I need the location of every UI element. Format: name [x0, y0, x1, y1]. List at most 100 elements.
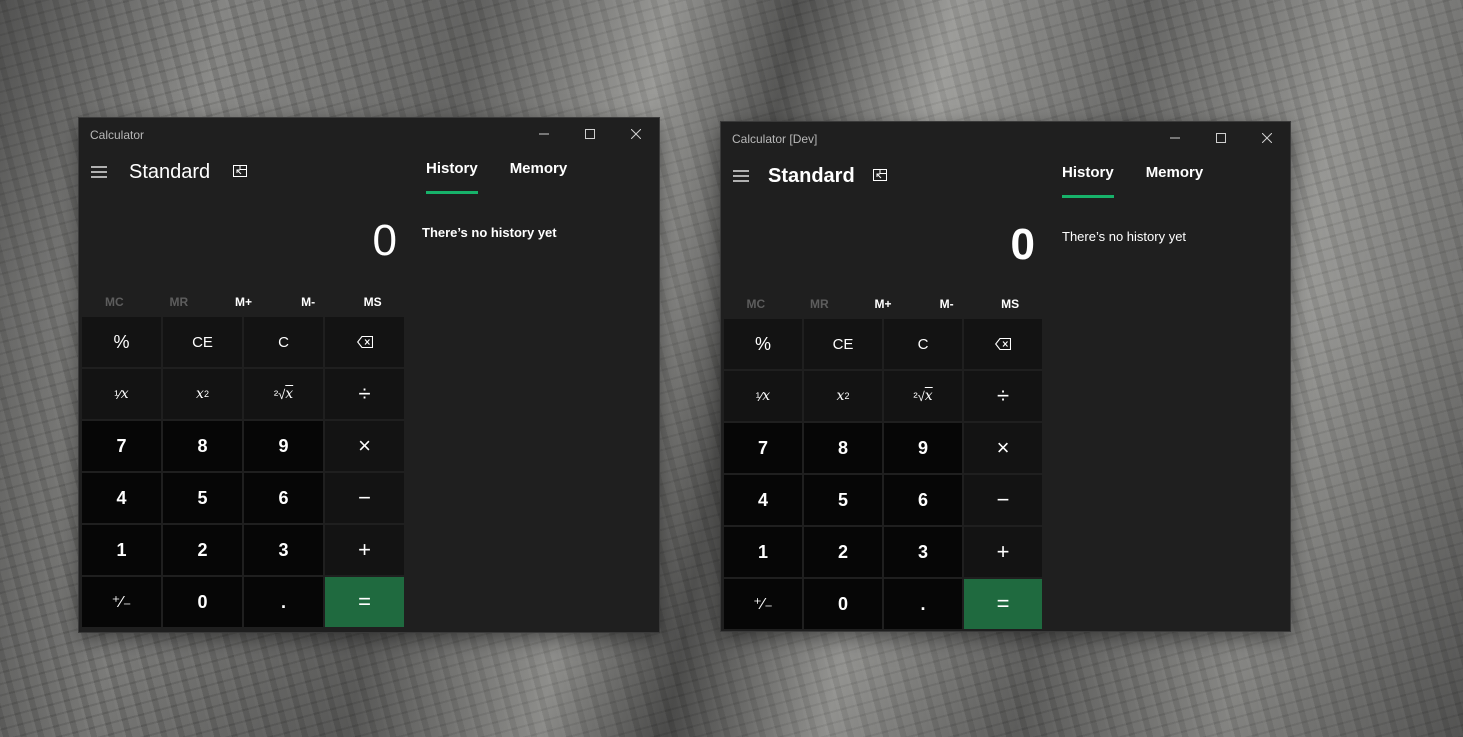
- digit-0-button[interactable]: 0: [804, 579, 882, 629]
- digit-6-button[interactable]: 6: [884, 475, 962, 525]
- minimize-button[interactable]: [521, 118, 567, 150]
- memory-controls: MC MR M+ M- MS: [724, 291, 1042, 317]
- title-bar[interactable]: Calculator: [79, 118, 659, 150]
- digit-5-button[interactable]: 5: [804, 475, 882, 525]
- window-title: Calculator [Dev]: [732, 132, 818, 146]
- close-button[interactable]: [613, 118, 659, 150]
- keep-on-top-button[interactable]: [867, 162, 893, 188]
- hamburger-menu-icon: [733, 170, 749, 182]
- memory-subtract-button[interactable]: M-: [276, 289, 341, 315]
- digit-3-button[interactable]: 3: [884, 527, 962, 577]
- decimal-button[interactable]: .: [244, 577, 323, 627]
- square-button[interactable]: x2: [163, 369, 242, 419]
- equals-button[interactable]: =: [325, 577, 404, 627]
- digit-2-button[interactable]: 2: [163, 525, 242, 575]
- square-label-x: x: [836, 388, 845, 404]
- plus-button[interactable]: +: [964, 527, 1042, 577]
- backspace-icon: [995, 338, 1011, 350]
- square-root-button[interactable]: ²√ x: [244, 369, 323, 419]
- close-icon: [631, 129, 641, 139]
- memory-clear-button[interactable]: MC: [724, 291, 788, 317]
- digit-9-button[interactable]: 9: [244, 421, 323, 471]
- memory-subtract-button[interactable]: M-: [915, 291, 979, 317]
- hamburger-menu-icon: [91, 166, 107, 178]
- negate-button[interactable]: ⁺⁄₋: [82, 577, 161, 627]
- digit-9-button[interactable]: 9: [884, 423, 962, 473]
- percent-button[interactable]: %: [724, 319, 802, 369]
- mode-header: Standard: [79, 156, 399, 200]
- square-button[interactable]: x2: [804, 371, 882, 421]
- memory-add-button[interactable]: M+: [851, 291, 915, 317]
- sqrt-label-prefix: ²√: [273, 386, 286, 402]
- memory-store-button[interactable]: MS: [340, 289, 405, 315]
- maximize-icon: [585, 129, 595, 139]
- digit-4-button[interactable]: 4: [724, 475, 802, 525]
- clear-entry-button[interactable]: CE: [804, 319, 882, 369]
- minimize-button[interactable]: [1152, 122, 1198, 154]
- digit-8-button[interactable]: 8: [163, 421, 242, 471]
- minus-button[interactable]: −: [964, 475, 1042, 525]
- sqrt-label-x: x: [285, 386, 294, 402]
- tab-history[interactable]: History: [1062, 164, 1114, 198]
- digit-7-button[interactable]: 7: [82, 421, 161, 471]
- backspace-button[interactable]: [325, 317, 404, 367]
- digit-0-button[interactable]: 0: [163, 577, 242, 627]
- title-bar[interactable]: Calculator [Dev]: [721, 122, 1290, 154]
- digit-1-button[interactable]: 1: [724, 527, 802, 577]
- result-display: 0: [372, 216, 397, 265]
- negate-button[interactable]: ⁺⁄₋: [724, 579, 802, 629]
- calculator-window: Calculator Standard 0 MC MR M+ M- MS % C…: [79, 118, 659, 632]
- digit-5-button[interactable]: 5: [163, 473, 242, 523]
- keypad: % CE C ¹⁄ x x2 ²√ x ÷ 7 8 9 × 4 5 6 − 1 2 …: [724, 319, 1042, 629]
- square-root-button[interactable]: ²√ x: [884, 371, 962, 421]
- clear-entry-button[interactable]: CE: [163, 317, 242, 367]
- equals-button[interactable]: =: [964, 579, 1042, 629]
- reciprocal-button[interactable]: ¹⁄ x: [82, 369, 161, 419]
- digit-6-button[interactable]: 6: [244, 473, 323, 523]
- decimal-button[interactable]: .: [884, 579, 962, 629]
- navigation-menu-button[interactable]: [83, 156, 115, 188]
- maximize-button[interactable]: [567, 118, 613, 150]
- tab-memory[interactable]: Memory: [510, 160, 568, 194]
- reciprocal-label-x: x: [762, 388, 771, 404]
- divide-button[interactable]: ÷: [964, 371, 1042, 421]
- backspace-button[interactable]: [964, 319, 1042, 369]
- sqrt-label-x: x: [924, 388, 933, 404]
- digit-4-button[interactable]: 4: [82, 473, 161, 523]
- digit-7-button[interactable]: 7: [724, 423, 802, 473]
- keypad: % CE C ¹⁄ x x2 ²√ x ÷ 7 8 9 × 4 5 6 − 1 2 …: [82, 317, 404, 627]
- keep-on-top-icon: [233, 165, 247, 177]
- result-display: 0: [1010, 220, 1035, 269]
- minus-button[interactable]: −: [325, 473, 404, 523]
- divide-button[interactable]: ÷: [325, 369, 404, 419]
- square-label-x: x: [196, 386, 204, 402]
- navigation-menu-button[interactable]: [725, 160, 757, 192]
- keep-on-top-icon: [873, 169, 887, 181]
- multiply-button[interactable]: ×: [325, 421, 404, 471]
- memory-store-button[interactable]: MS: [978, 291, 1042, 317]
- history-memory-tabs: History Memory: [426, 160, 567, 194]
- maximize-button[interactable]: [1198, 122, 1244, 154]
- clear-button[interactable]: C: [884, 319, 962, 369]
- memory-controls: MC MR M+ M- MS: [82, 289, 405, 315]
- close-button[interactable]: [1244, 122, 1290, 154]
- digit-8-button[interactable]: 8: [804, 423, 882, 473]
- tab-memory[interactable]: Memory: [1146, 164, 1204, 198]
- memory-recall-button[interactable]: MR: [788, 291, 852, 317]
- memory-add-button[interactable]: M+: [211, 289, 276, 315]
- history-memory-tabs: History Memory: [1062, 164, 1203, 198]
- mode-title: Standard: [129, 161, 211, 183]
- memory-clear-button[interactable]: MC: [82, 289, 147, 315]
- percent-button[interactable]: %: [82, 317, 161, 367]
- memory-recall-button[interactable]: MR: [147, 289, 212, 315]
- digit-3-button[interactable]: 3: [244, 525, 323, 575]
- plus-button[interactable]: +: [325, 525, 404, 575]
- tab-history[interactable]: History: [426, 160, 478, 194]
- multiply-button[interactable]: ×: [964, 423, 1042, 473]
- keep-on-top-button[interactable]: [227, 158, 253, 184]
- reciprocal-button[interactable]: ¹⁄ x: [724, 371, 802, 421]
- digit-1-button[interactable]: 1: [82, 525, 161, 575]
- digit-2-button[interactable]: 2: [804, 527, 882, 577]
- mode-title: Standard: [768, 165, 855, 187]
- clear-button[interactable]: C: [244, 317, 323, 367]
